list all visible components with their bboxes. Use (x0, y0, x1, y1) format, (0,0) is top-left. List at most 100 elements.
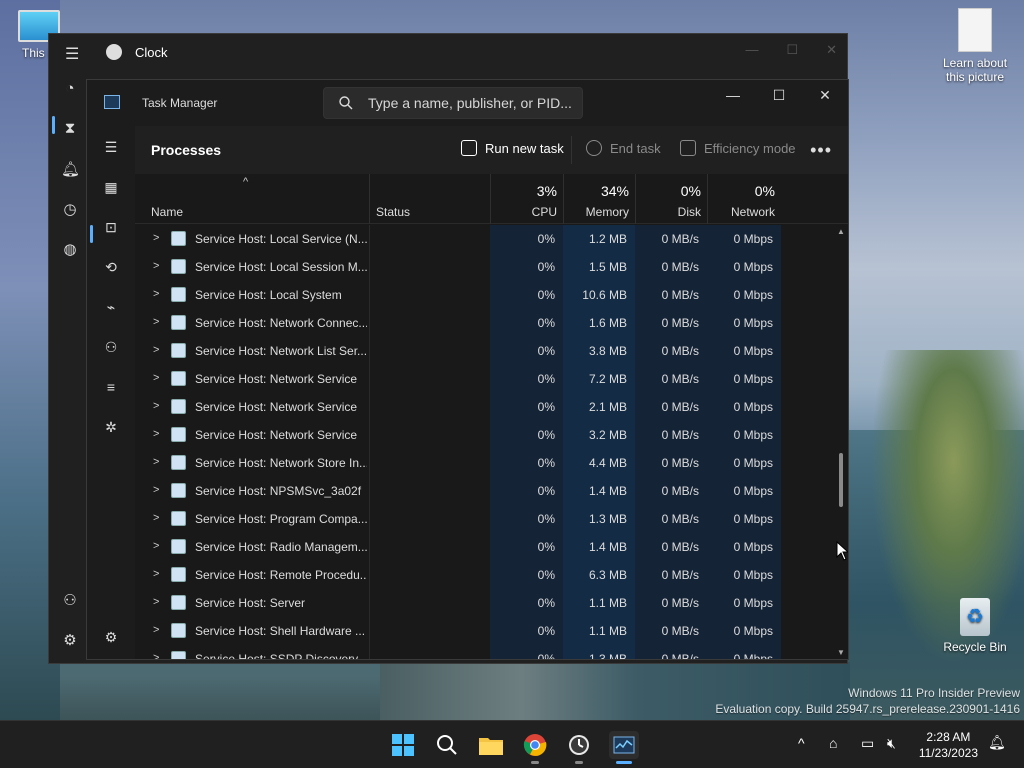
search-input[interactable] (368, 95, 578, 111)
table-row[interactable]: > Service Host: Radio Managem... 0% 1.4 MB 0… (135, 533, 848, 561)
services-icon[interactable]: ✲ (101, 417, 121, 437)
expand-chevron-icon[interactable]: > (153, 400, 159, 412)
hamburger-icon[interactable]: ☰ (65, 44, 79, 64)
scroll-down-icon[interactable]: ▼ (837, 648, 845, 657)
expand-chevron-icon[interactable]: > (153, 260, 159, 272)
process-table: ^ Name Status 3% CPU 34% Memory 0% Disk (135, 174, 848, 659)
column-header-cpu[interactable]: 3% CPU (490, 174, 563, 224)
expand-chevron-icon[interactable]: > (153, 288, 159, 300)
table-row[interactable]: > Service Host: Local Service (N... 0% 1.2 … (135, 225, 848, 253)
stopwatch-icon[interactable]: ◷ (61, 200, 79, 218)
expand-chevron-icon[interactable]: > (153, 232, 159, 244)
app-history-icon[interactable]: ⟲ (101, 257, 121, 277)
search-icon[interactable] (433, 731, 461, 759)
display-icon[interactable]: ▭ (861, 735, 874, 752)
expand-chevron-icon[interactable]: > (153, 428, 159, 440)
start-icon[interactable] (389, 731, 417, 759)
table-row[interactable]: > Service Host: Network Service 0% 3.2 MB 0 … (135, 421, 848, 449)
expand-chevron-icon[interactable]: > (153, 484, 159, 496)
alarm-icon[interactable]: 🔔︎ (61, 160, 80, 178)
task-manager-window[interactable]: Task Manager — ☐ ✕ ☰ ▦ ⊡ ⟲ ⌁ ⚇ ≡ ✲ ⚙ Pro… (86, 79, 849, 660)
file-explorer-icon[interactable] (477, 731, 505, 759)
search-box[interactable] (323, 87, 583, 119)
scroll-thumb[interactable] (839, 453, 843, 507)
memory-cell: 4.4 MB (588, 456, 627, 470)
clock-title-bar[interactable]: ☰ Clock — ☐ ✕ (49, 34, 847, 70)
table-row[interactable]: > Service Host: Network Connec... 0% 1.6 MB… (135, 309, 848, 337)
details-icon[interactable]: ≡ (101, 377, 121, 397)
table-row[interactable]: > Service Host: NPSMSvc_3a02f 0% 1.4 MB 0 MB… (135, 477, 848, 505)
close-button[interactable]: ✕ (802, 80, 848, 110)
world-clock-icon[interactable]: ◍ (61, 240, 79, 258)
expand-chevron-icon[interactable]: > (153, 456, 159, 468)
column-header-disk[interactable]: 0% Disk (635, 174, 707, 224)
expand-chevron-icon[interactable]: > (153, 372, 159, 384)
table-row[interactable]: > Service Host: SSDP Discovery 0% 1.3 MB 0 M… (135, 645, 848, 659)
focus-icon[interactable]: ◔ (61, 80, 79, 98)
users-icon[interactable]: ⚇ (101, 337, 121, 357)
expand-chevron-icon[interactable]: > (153, 596, 159, 608)
efficiency-mode-button[interactable]: Efficiency mode (680, 140, 796, 156)
run-new-task-button[interactable]: Run new task (461, 140, 564, 156)
table-row[interactable]: > Service Host: Remote Procedu... 0% 6.3 MB… (135, 561, 848, 589)
network-off-icon[interactable]: ⌂ (829, 735, 837, 751)
settings-icon[interactable]: ⚙ (101, 627, 121, 647)
table-row[interactable]: > Service Host: Shell Hardware ... 0% 1.1 M… (135, 617, 848, 645)
startup-apps-icon[interactable]: ⌁ (101, 297, 121, 317)
table-row[interactable]: > Service Host: Network Service 0% 7.2 MB 0 … (135, 365, 848, 393)
minimize-button[interactable]: — (745, 42, 758, 58)
processes-icon[interactable]: ▦ (101, 177, 121, 197)
memory-cell: 1.4 MB (588, 540, 627, 554)
column-header-network[interactable]: 0% Network (707, 174, 781, 224)
bell-icon[interactable]: 🔔︎ (988, 734, 1006, 751)
close-button[interactable]: ✕ (826, 42, 837, 58)
clock-app-icon[interactable] (565, 731, 593, 759)
memory-cell: 3.2 MB (588, 428, 627, 442)
expand-chevron-icon[interactable]: > (153, 316, 159, 328)
column-header-status[interactable]: Status (369, 174, 490, 224)
disk-cell: 0 MB/s (661, 372, 699, 386)
task-manager-title-bar[interactable]: Task Manager — ☐ ✕ (87, 80, 848, 126)
disk-cell: 0 MB/s (661, 428, 699, 442)
expand-chevron-icon[interactable]: > (153, 652, 159, 659)
settings-icon[interactable]: ⚙ (61, 631, 79, 649)
chrome-icon[interactable] (521, 731, 549, 759)
maximize-button[interactable]: ☐ (786, 42, 798, 58)
desktop-icon-recycle-bin[interactable]: ♻ Recycle Bin (936, 598, 1014, 654)
desktop-icon-learn-about-picture[interactable]: Learn about this picture (936, 8, 1014, 84)
expand-chevron-icon[interactable]: > (153, 624, 159, 636)
table-row[interactable]: > Service Host: Server 0% 1.1 MB 0 MB/s 0 Mbp… (135, 589, 848, 617)
table-row[interactable]: > Service Host: Network Service 0% 2.1 MB 0 … (135, 393, 848, 421)
vertical-scrollbar[interactable]: ▲ ▼ (836, 225, 846, 659)
end-task-button[interactable]: End task (586, 140, 661, 156)
table-row[interactable]: > Service Host: Network Store In... 0% 4.4 … (135, 449, 848, 477)
account-icon[interactable]: ⚇ (61, 591, 79, 609)
performance-icon[interactable]: ⊡ (101, 217, 121, 237)
more-options-button[interactable]: ••• (810, 140, 832, 161)
column-header-name[interactable]: Name (135, 174, 369, 224)
memory-cell: 1.1 MB (588, 624, 627, 638)
table-row[interactable]: > Service Host: Local Session M... 0% 1.5 M… (135, 253, 848, 281)
process-name: Service Host: Local Service (N... (195, 232, 367, 246)
expand-chevron-icon[interactable]: > (153, 540, 159, 552)
disk-cell: 0 MB/s (661, 260, 699, 274)
table-row[interactable]: > Service Host: Network List Ser... 0% 3.8 … (135, 337, 848, 365)
timer-icon[interactable]: ⧗ (61, 120, 79, 138)
table-row[interactable]: > Service Host: Program Compa... 0% 1.3 MB 0… (135, 505, 848, 533)
scroll-up-icon[interactable]: ▲ (837, 227, 845, 236)
expand-chevron-icon[interactable]: > (153, 344, 159, 356)
hamburger-icon[interactable]: ☰ (101, 137, 121, 157)
expand-chevron-icon[interactable]: > (153, 512, 159, 524)
task-manager-icon[interactable] (609, 731, 639, 759)
column-header-memory[interactable]: 34% Memory (563, 174, 635, 224)
expand-chevron-icon[interactable]: > (153, 568, 159, 580)
minimize-button[interactable]: — (710, 80, 756, 110)
system-clock[interactable]: 2:28 AM 11/23/2023 (919, 729, 978, 761)
chevron-up-icon[interactable]: ^ (798, 735, 805, 751)
process-name: Service Host: Network Service (195, 428, 358, 442)
volume-muted-icon[interactable]: 🔇︎ (887, 735, 896, 752)
maximize-button[interactable]: ☐ (756, 80, 802, 110)
table-row[interactable]: > Service Host: Local System 0% 10.6 MB 0 MB… (135, 281, 848, 309)
disk-cell: 0 MB/s (661, 288, 699, 302)
memory-cell: 1.3 MB (588, 512, 627, 526)
